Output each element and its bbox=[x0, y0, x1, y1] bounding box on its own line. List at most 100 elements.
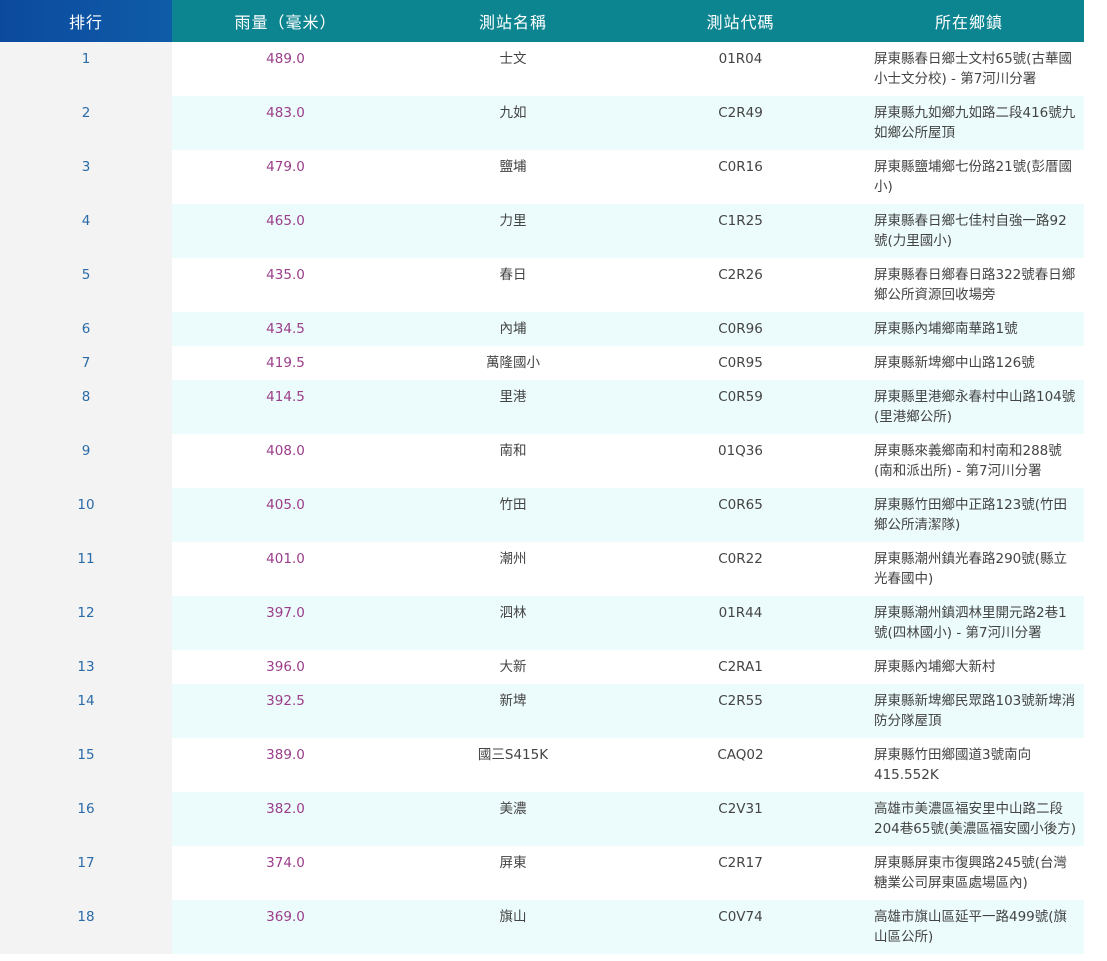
header-location[interactable]: 所在鄉鎮 bbox=[854, 0, 1084, 42]
rank-cell-text: 13 bbox=[77, 659, 95, 675]
station-name-cell: 屏東 bbox=[399, 846, 627, 900]
station-name-cell-text: 九如 bbox=[499, 105, 527, 121]
location-cell: 屏東縣潮州鎮光春路290號(縣立光春國中) bbox=[854, 542, 1084, 596]
station-name-cell-text: 泗林 bbox=[499, 605, 527, 621]
station-code-cell-text: C0R59 bbox=[718, 389, 763, 405]
station-code-cell: C0R59 bbox=[627, 380, 854, 434]
location-cell-text: 屏東縣屏東市復興路245號(台灣糖業公司屏東區處場區內) bbox=[874, 855, 1068, 891]
rainfall-cell: 483.0 bbox=[172, 96, 399, 150]
rainfall-cell-text: 434.5 bbox=[266, 321, 305, 337]
table-row: 3 479.0 鹽埔 C0R16 屏東縣鹽埔鄉七份路21號(彭厝國小) bbox=[0, 150, 1084, 204]
rainfall-cell-text: 396.0 bbox=[266, 659, 305, 675]
rainfall-cell: 408.0 bbox=[172, 434, 399, 488]
station-name-cell: 春日 bbox=[399, 258, 627, 312]
location-cell-text: 屏東縣潮州鎮光春路290號(縣立光春國中) bbox=[874, 551, 1068, 587]
station-code-cell-text: C2RA1 bbox=[718, 659, 763, 675]
rainfall-cell: 401.0 bbox=[172, 542, 399, 596]
station-name-cell: 力里 bbox=[399, 204, 627, 258]
station-code-cell: C0V74 bbox=[627, 900, 854, 954]
station-code-cell-text: 01R04 bbox=[718, 51, 763, 67]
location-cell-text: 屏東縣春日鄉士文村65號(古華國小士文分校) - 第7河川分署 bbox=[874, 51, 1072, 87]
location-cell-text: 屏東縣新埤鄉民眾路103號新埤消防分隊屋頂 bbox=[874, 693, 1076, 729]
rainfall-cell: 397.0 bbox=[172, 596, 399, 650]
station-name-cell: 泗林 bbox=[399, 596, 627, 650]
station-code-cell-text: C2R49 bbox=[718, 105, 763, 121]
station-code-cell: C2R55 bbox=[627, 684, 854, 738]
table-row: 17 374.0 屏東 C2R17 屏東縣屏東市復興路245號(台灣糖業公司屏東區處場區… bbox=[0, 846, 1084, 900]
rainfall-cell-text: 382.0 bbox=[266, 801, 305, 817]
location-cell: 屏東縣來義鄉南和村南和288號(南和派出所) - 第7河川分署 bbox=[854, 434, 1084, 488]
station-code-cell: C0R95 bbox=[627, 346, 854, 380]
station-name-cell: 萬隆國小 bbox=[399, 346, 627, 380]
table-row: 4 465.0 力里 C1R25 屏東縣春日鄉七佳村自強一路92號(力里國小) bbox=[0, 204, 1084, 258]
location-cell: 屏東縣內埔鄉大新村 bbox=[854, 650, 1084, 684]
header-rainfall[interactable]: 雨量（毫米） bbox=[172, 0, 399, 42]
rank-cell: 9 bbox=[0, 434, 172, 488]
table-row: 10 405.0 竹田 C0R65 屏東縣竹田鄉中正路123號(竹田鄉公所清潔隊) bbox=[0, 488, 1084, 542]
station-name-cell-text: 南和 bbox=[499, 443, 527, 459]
rank-cell-text: 2 bbox=[81, 105, 91, 121]
station-name-cell-text: 新埤 bbox=[499, 693, 527, 709]
rainfall-cell-text: 405.0 bbox=[266, 497, 305, 513]
table-row: 18 369.0 旗山 C0V74 高雄市旗山區延平一路499號(旗山區公所) bbox=[0, 900, 1084, 954]
station-name-cell-text: 旗山 bbox=[499, 909, 527, 925]
station-code-cell: CAQ02 bbox=[627, 738, 854, 792]
station-code-cell: C0R65 bbox=[627, 488, 854, 542]
location-cell: 高雄市旗山區延平一路499號(旗山區公所) bbox=[854, 900, 1084, 954]
rainfall-cell: 414.5 bbox=[172, 380, 399, 434]
location-cell: 屏東縣竹田鄉中正路123號(竹田鄉公所清潔隊) bbox=[854, 488, 1084, 542]
location-cell-text: 屏東縣鹽埔鄉七份路21號(彭厝國小) bbox=[874, 159, 1072, 195]
location-cell: 屏東縣屏東市復興路245號(台灣糖業公司屏東區處場區內) bbox=[854, 846, 1084, 900]
rank-cell-text: 14 bbox=[77, 693, 95, 709]
rainfall-cell-text: 369.0 bbox=[266, 909, 305, 925]
station-name-cell: 大新 bbox=[399, 650, 627, 684]
location-cell: 屏東縣春日鄉士文村65號(古華國小士文分校) - 第7河川分署 bbox=[854, 42, 1084, 96]
station-code-cell: C2R26 bbox=[627, 258, 854, 312]
rank-cell: 16 bbox=[0, 792, 172, 846]
header-rank[interactable]: 排行 bbox=[0, 0, 172, 42]
table-row: 16 382.0 美濃 C2V31 高雄市美濃區福安里中山路二段204巷65號(美濃區福… bbox=[0, 792, 1084, 846]
rank-cell-text: 8 bbox=[81, 389, 91, 405]
rank-cell-text: 11 bbox=[77, 551, 95, 567]
station-name-cell-text: 里港 bbox=[499, 389, 527, 405]
location-cell-text: 屏東縣春日鄉七佳村自強一路92號(力里國小) bbox=[874, 213, 1067, 249]
location-cell-text: 屏東縣竹田鄉中正路123號(竹田鄉公所清潔隊) bbox=[874, 497, 1068, 533]
rainfall-cell-text: 435.0 bbox=[266, 267, 305, 283]
rainfall-cell-text: 389.0 bbox=[266, 747, 305, 763]
rank-cell: 10 bbox=[0, 488, 172, 542]
rank-cell-text: 4 bbox=[81, 213, 91, 229]
station-name-cell-text: 竹田 bbox=[499, 497, 527, 513]
location-cell-text: 屏東縣春日鄉春日路322號春日鄉鄉公所資源回收場旁 bbox=[874, 267, 1076, 303]
station-code-cell-text: 01Q36 bbox=[718, 443, 763, 459]
rainfall-cell: 389.0 bbox=[172, 738, 399, 792]
rainfall-cell-text: 419.5 bbox=[266, 355, 305, 371]
rank-cell-text: 9 bbox=[81, 443, 91, 459]
station-code-cell-text: C1R25 bbox=[718, 213, 763, 229]
rank-cell-text: 5 bbox=[81, 267, 91, 283]
station-code-cell: 01Q36 bbox=[627, 434, 854, 488]
station-code-cell: C2V31 bbox=[627, 792, 854, 846]
rank-cell-text: 12 bbox=[77, 605, 95, 621]
rank-cell-text: 10 bbox=[77, 497, 95, 513]
rainfall-cell-text: 374.0 bbox=[266, 855, 305, 871]
rainfall-cell-text: 401.0 bbox=[266, 551, 305, 567]
table-row: 15 389.0 國三S415K CAQ02 屏東縣竹田鄉國道3號南向415.552K bbox=[0, 738, 1084, 792]
station-name-cell: 士文 bbox=[399, 42, 627, 96]
header-station-code[interactable]: 測站代碼 bbox=[627, 0, 854, 42]
rainfall-cell: 392.5 bbox=[172, 684, 399, 738]
station-code-cell: C0R22 bbox=[627, 542, 854, 596]
station-code-cell-text: C2R17 bbox=[718, 855, 763, 871]
station-code-cell-text: C0R22 bbox=[718, 551, 763, 567]
station-name-cell: 竹田 bbox=[399, 488, 627, 542]
station-name-cell: 南和 bbox=[399, 434, 627, 488]
header-station-name[interactable]: 測站名稱 bbox=[399, 0, 627, 42]
rank-cell: 6 bbox=[0, 312, 172, 346]
station-name-cell-text: 美濃 bbox=[499, 801, 527, 817]
rank-cell: 4 bbox=[0, 204, 172, 258]
station-code-cell-text: C0R95 bbox=[718, 355, 763, 371]
rainfall-cell: 489.0 bbox=[172, 42, 399, 96]
station-code-cell-text: C0R65 bbox=[718, 497, 763, 513]
table-row: 9 408.0 南和 01Q36 屏東縣來義鄉南和村南和288號(南和派出所) - 第7… bbox=[0, 434, 1084, 488]
rainfall-cell: 479.0 bbox=[172, 150, 399, 204]
station-code-cell-text: CAQ02 bbox=[717, 747, 764, 763]
